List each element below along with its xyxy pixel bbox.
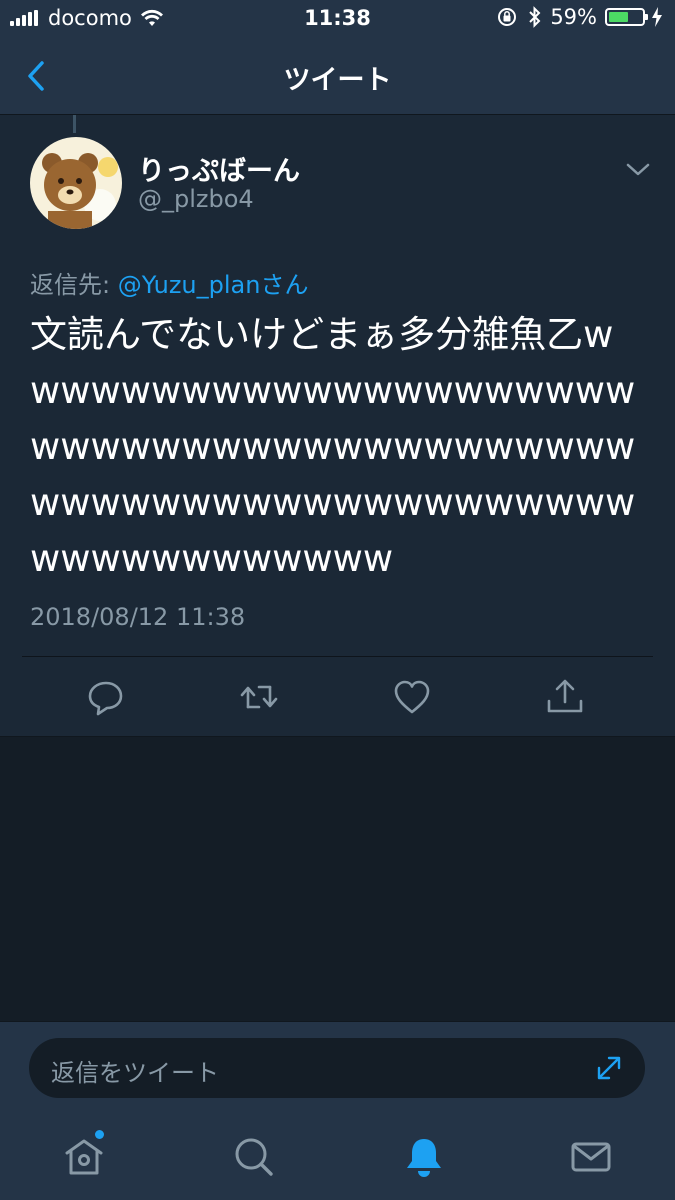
tab-bar [0,1117,675,1200]
reply-prefix: 返信先: [30,271,118,299]
tweet-detail: りっぷばーん @_plzbo4 返信先: @Yuzu_planさん 文読んでない… [0,115,675,737]
reply-context: 返信先: @Yuzu_planさん [30,265,308,300]
search-icon[interactable] [232,1135,276,1179]
messages-icon[interactable] [569,1135,613,1179]
navigation-bar: ツイート [0,40,675,115]
retweet-icon[interactable] [239,677,279,717]
reply-mention-link[interactable]: @Yuzu_planさん [118,271,309,299]
home-notification-dot [95,1130,104,1139]
avatar-bear-image [30,137,122,229]
like-icon[interactable] [392,677,432,717]
home-icon[interactable] [62,1135,106,1179]
display-name[interactable]: りっぷばーん [138,149,300,188]
battery-icon [605,8,648,26]
orientation-lock-icon [498,8,517,26]
thread-line [73,115,76,133]
share-icon[interactable] [545,677,585,717]
status-right: 59% [496,5,663,29]
avatar[interactable] [30,137,122,229]
reply-icon[interactable] [86,677,126,717]
page-title: ツイート [283,65,392,96]
battery-percent: 59% [550,5,597,29]
charging-icon [652,7,662,27]
reply-placeholder: 返信をツイート [51,1059,219,1087]
bluetooth-icon [529,6,541,28]
status-bar: docomo 11:38 59% [0,0,675,40]
chevron-down-icon[interactable] [624,159,652,179]
reply-composer-bar: 返信をツイート [0,1021,675,1118]
user-handle[interactable]: @_plzbo4 [138,185,254,213]
tweet-text: 文読んでないけどまぁ多分雑魚乙wwwwwwwwwwwwwwwwwwwwwwwww… [30,313,636,580]
notifications-icon[interactable] [402,1135,446,1179]
divider [22,656,653,657]
reply-input[interactable]: 返信をツイート [29,1038,645,1098]
expand-icon[interactable] [595,1054,623,1082]
tweet-timestamp: 2018/08/12 11:38 [30,603,246,631]
battery-level-fill [609,12,628,22]
